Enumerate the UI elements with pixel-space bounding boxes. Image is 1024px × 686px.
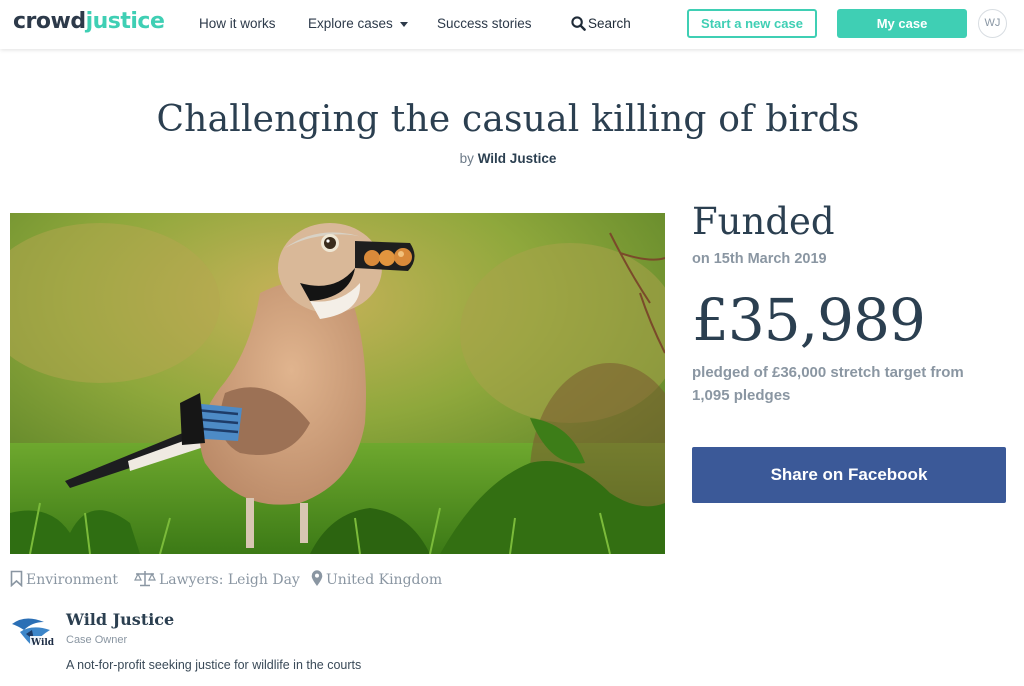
case-byline: by Wild Justice	[0, 151, 1016, 166]
owner-name[interactable]: Wild Justice	[66, 610, 174, 629]
share-on-facebook-button[interactable]: Share on Facebook	[692, 447, 1006, 503]
owner-logo[interactable]: Wild	[10, 612, 55, 652]
funding-status: Funded	[692, 200, 835, 243]
byline-prefix: by	[459, 151, 474, 166]
funded-date: on 15th March 2019	[692, 251, 827, 267]
meta-location[interactable]: United Kingdom	[311, 570, 442, 588]
meta-lawyers[interactable]: Lawyers: Leigh Day	[134, 570, 300, 588]
scales-icon	[134, 571, 156, 587]
nav-search[interactable]: Search	[571, 16, 631, 31]
owner-description: A not-for-profit seeking justice for wil…	[66, 658, 362, 672]
nav-explore-cases-label: Explore cases	[308, 16, 393, 31]
location-pin-icon	[311, 570, 323, 586]
nav-success-stories[interactable]: Success stories	[437, 16, 532, 31]
meta-category[interactable]: Environment	[10, 570, 118, 588]
top-navbar: crowdjustice How it works Explore cases …	[0, 0, 1024, 49]
search-label: Search	[588, 16, 631, 31]
start-new-case-button[interactable]: Start a new case	[687, 9, 817, 38]
my-case-button[interactable]: My case	[837, 9, 967, 38]
case-hero-image	[10, 213, 665, 554]
meta-lawyers-label: Lawyers: Leigh Day	[159, 572, 300, 588]
caret-down-icon	[399, 21, 408, 27]
crowdjustice-logo[interactable]: crowdjustice	[13, 9, 165, 34]
meta-category-label: Environment	[26, 572, 118, 588]
pledged-summary: pledged of £36,000 stretch target from 1…	[692, 364, 964, 404]
nav-explore-cases[interactable]: Explore cases	[308, 16, 408, 31]
logo-text-justice: justice	[85, 9, 165, 34]
meta-location-label: United Kingdom	[326, 572, 443, 588]
search-icon	[571, 16, 586, 31]
owner-role: Case Owner	[66, 634, 128, 646]
nav-how-it-works[interactable]: How it works	[199, 16, 276, 31]
user-avatar[interactable]: WJ	[978, 9, 1007, 38]
logo-text-crowd: crowd	[13, 9, 86, 34]
amount-raised: £35,989	[692, 286, 926, 354]
case-author-link[interactable]: Wild Justice	[478, 151, 557, 166]
bookmark-icon	[10, 570, 23, 588]
svg-text:Wild: Wild	[30, 638, 54, 648]
case-title: Challenging the casual killing of birds	[156, 99, 860, 140]
